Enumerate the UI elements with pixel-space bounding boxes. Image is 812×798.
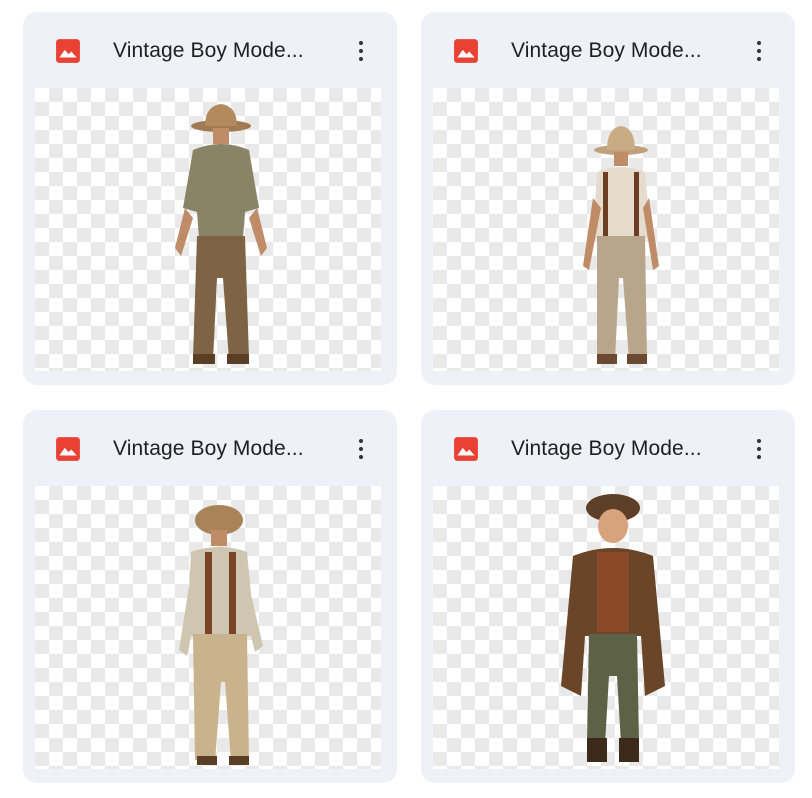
boy-figure-image (179, 505, 263, 765)
image-file-icon (56, 437, 80, 461)
file-card[interactable]: Vintage Boy Mode... (421, 12, 795, 385)
more-options-button[interactable] (745, 434, 773, 464)
file-grid: Vintage Boy Mode... Vintage Boy Mode... … (0, 0, 812, 798)
more-vert-icon (359, 439, 363, 443)
file-card[interactable]: Vintage Boy Mode... (23, 410, 397, 783)
image-file-icon (454, 39, 478, 63)
more-vert-icon (757, 41, 761, 45)
more-vert-icon (757, 439, 761, 443)
boy-figure-image (175, 104, 267, 364)
file-preview[interactable] (35, 486, 381, 769)
file-card[interactable]: Vintage Boy Mode... (421, 410, 795, 783)
boy-figure-image (583, 126, 659, 364)
file-preview[interactable] (35, 88, 381, 371)
file-preview[interactable] (433, 486, 779, 769)
more-options-button[interactable] (745, 36, 773, 66)
more-vert-icon (359, 41, 363, 45)
file-card-header: Vintage Boy Mode... (23, 410, 397, 486)
image-file-icon (56, 39, 80, 63)
file-title: Vintage Boy Mode... (113, 437, 304, 460)
more-options-button[interactable] (347, 36, 375, 66)
file-title: Vintage Boy Mode... (511, 437, 702, 460)
file-card-header: Vintage Boy Mode... (23, 12, 397, 88)
boy-figure-image (561, 494, 665, 762)
file-card[interactable]: Vintage Boy Mode... (23, 12, 397, 385)
file-card-header: Vintage Boy Mode... (421, 410, 795, 486)
file-card-header: Vintage Boy Mode... (421, 12, 795, 88)
file-preview[interactable] (433, 88, 779, 371)
file-title: Vintage Boy Mode... (113, 39, 304, 62)
file-title: Vintage Boy Mode... (511, 39, 702, 62)
more-options-button[interactable] (347, 434, 375, 464)
image-file-icon (454, 437, 478, 461)
